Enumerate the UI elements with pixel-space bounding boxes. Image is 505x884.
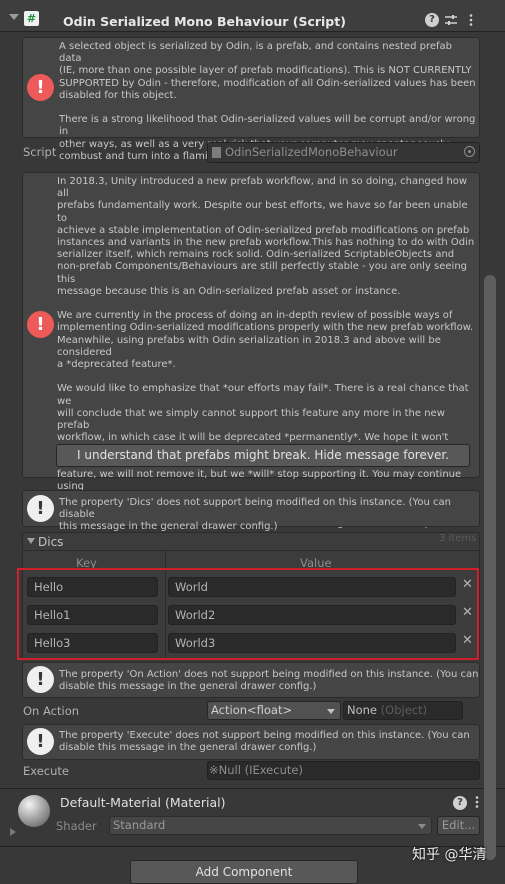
error-icon: ! bbox=[27, 74, 54, 101]
material-sphere-icon bbox=[18, 795, 50, 827]
script-field: OdinSerializedMonoBehaviour bbox=[207, 142, 480, 163]
info-icon: ! bbox=[27, 495, 54, 522]
deprecation-warning-text: In 2018.3, Unity introduced a new prefab… bbox=[57, 176, 475, 529]
execute-prefix-glyph: ※ bbox=[209, 763, 219, 777]
on-action-label: On Action bbox=[23, 704, 80, 718]
material-menu-icon[interactable] bbox=[470, 795, 484, 809]
execute-field[interactable]: ※Null (IExecute) bbox=[207, 761, 480, 780]
dics-foldout-icon[interactable] bbox=[27, 538, 35, 544]
action-target-value: None bbox=[347, 703, 378, 717]
hide-message-button[interactable]: I understand that prefabs might break. H… bbox=[56, 444, 470, 467]
script-label: Script bbox=[23, 145, 57, 159]
component-divider bbox=[0, 788, 505, 789]
action-target-type: (Object) bbox=[380, 703, 428, 717]
context-menu-icon[interactable] bbox=[464, 13, 478, 27]
action-target-field[interactable]: None (Object) bbox=[343, 701, 463, 720]
shader-dropdown[interactable]: Standard bbox=[109, 816, 432, 835]
foldout-arrow-icon[interactable] bbox=[9, 14, 19, 20]
shader-value: Standard bbox=[113, 818, 166, 832]
material-help-icon[interactable]: ? bbox=[453, 796, 467, 810]
help-icon[interactable]: ? bbox=[425, 13, 439, 27]
dics-count: 3 items bbox=[439, 533, 477, 544]
add-component-button[interactable]: Add Component bbox=[130, 860, 358, 884]
on-action-info-text: The property 'On Action' does not suppor… bbox=[59, 669, 479, 693]
error-icon: ! bbox=[27, 311, 54, 338]
script-file-icon bbox=[212, 147, 221, 158]
info-icon: ! bbox=[27, 728, 54, 755]
info-icon: ! bbox=[27, 666, 54, 693]
preset-sliders-icon[interactable] bbox=[444, 13, 458, 27]
shader-edit-button[interactable]: Edit... bbox=[437, 816, 480, 835]
dropdown-arrow-icon bbox=[418, 824, 426, 829]
dropdown-arrow-icon bbox=[327, 709, 335, 714]
material-foldout-icon[interactable] bbox=[10, 828, 16, 836]
material-title: Default-Material (Material) bbox=[60, 795, 226, 810]
component-title: Odin Serialized Mono Behaviour (Script) bbox=[63, 14, 346, 29]
watermark: 知乎 @华清 bbox=[412, 847, 487, 863]
action-type-dropdown[interactable]: Action<float> bbox=[207, 701, 341, 720]
dics-divider bbox=[23, 550, 479, 551]
execute-value: Null (IExecute) bbox=[218, 763, 303, 777]
inspector-scrollbar[interactable] bbox=[484, 275, 496, 860]
csharp-script-icon: # bbox=[24, 11, 39, 26]
script-field-value: OdinSerializedMonoBehaviour bbox=[225, 145, 398, 159]
action-type-value: Action<float> bbox=[211, 703, 293, 717]
highlight-rect bbox=[17, 568, 479, 660]
shader-label: Shader bbox=[56, 819, 97, 833]
execute-info-text: The property 'Execute' does not support … bbox=[59, 730, 470, 754]
dics-info-text: The property 'Dics' does not support bei… bbox=[59, 497, 451, 533]
dics-label[interactable]: Dics bbox=[38, 535, 63, 549]
object-picker-icon[interactable] bbox=[464, 146, 475, 157]
execute-label: Execute bbox=[23, 764, 69, 778]
